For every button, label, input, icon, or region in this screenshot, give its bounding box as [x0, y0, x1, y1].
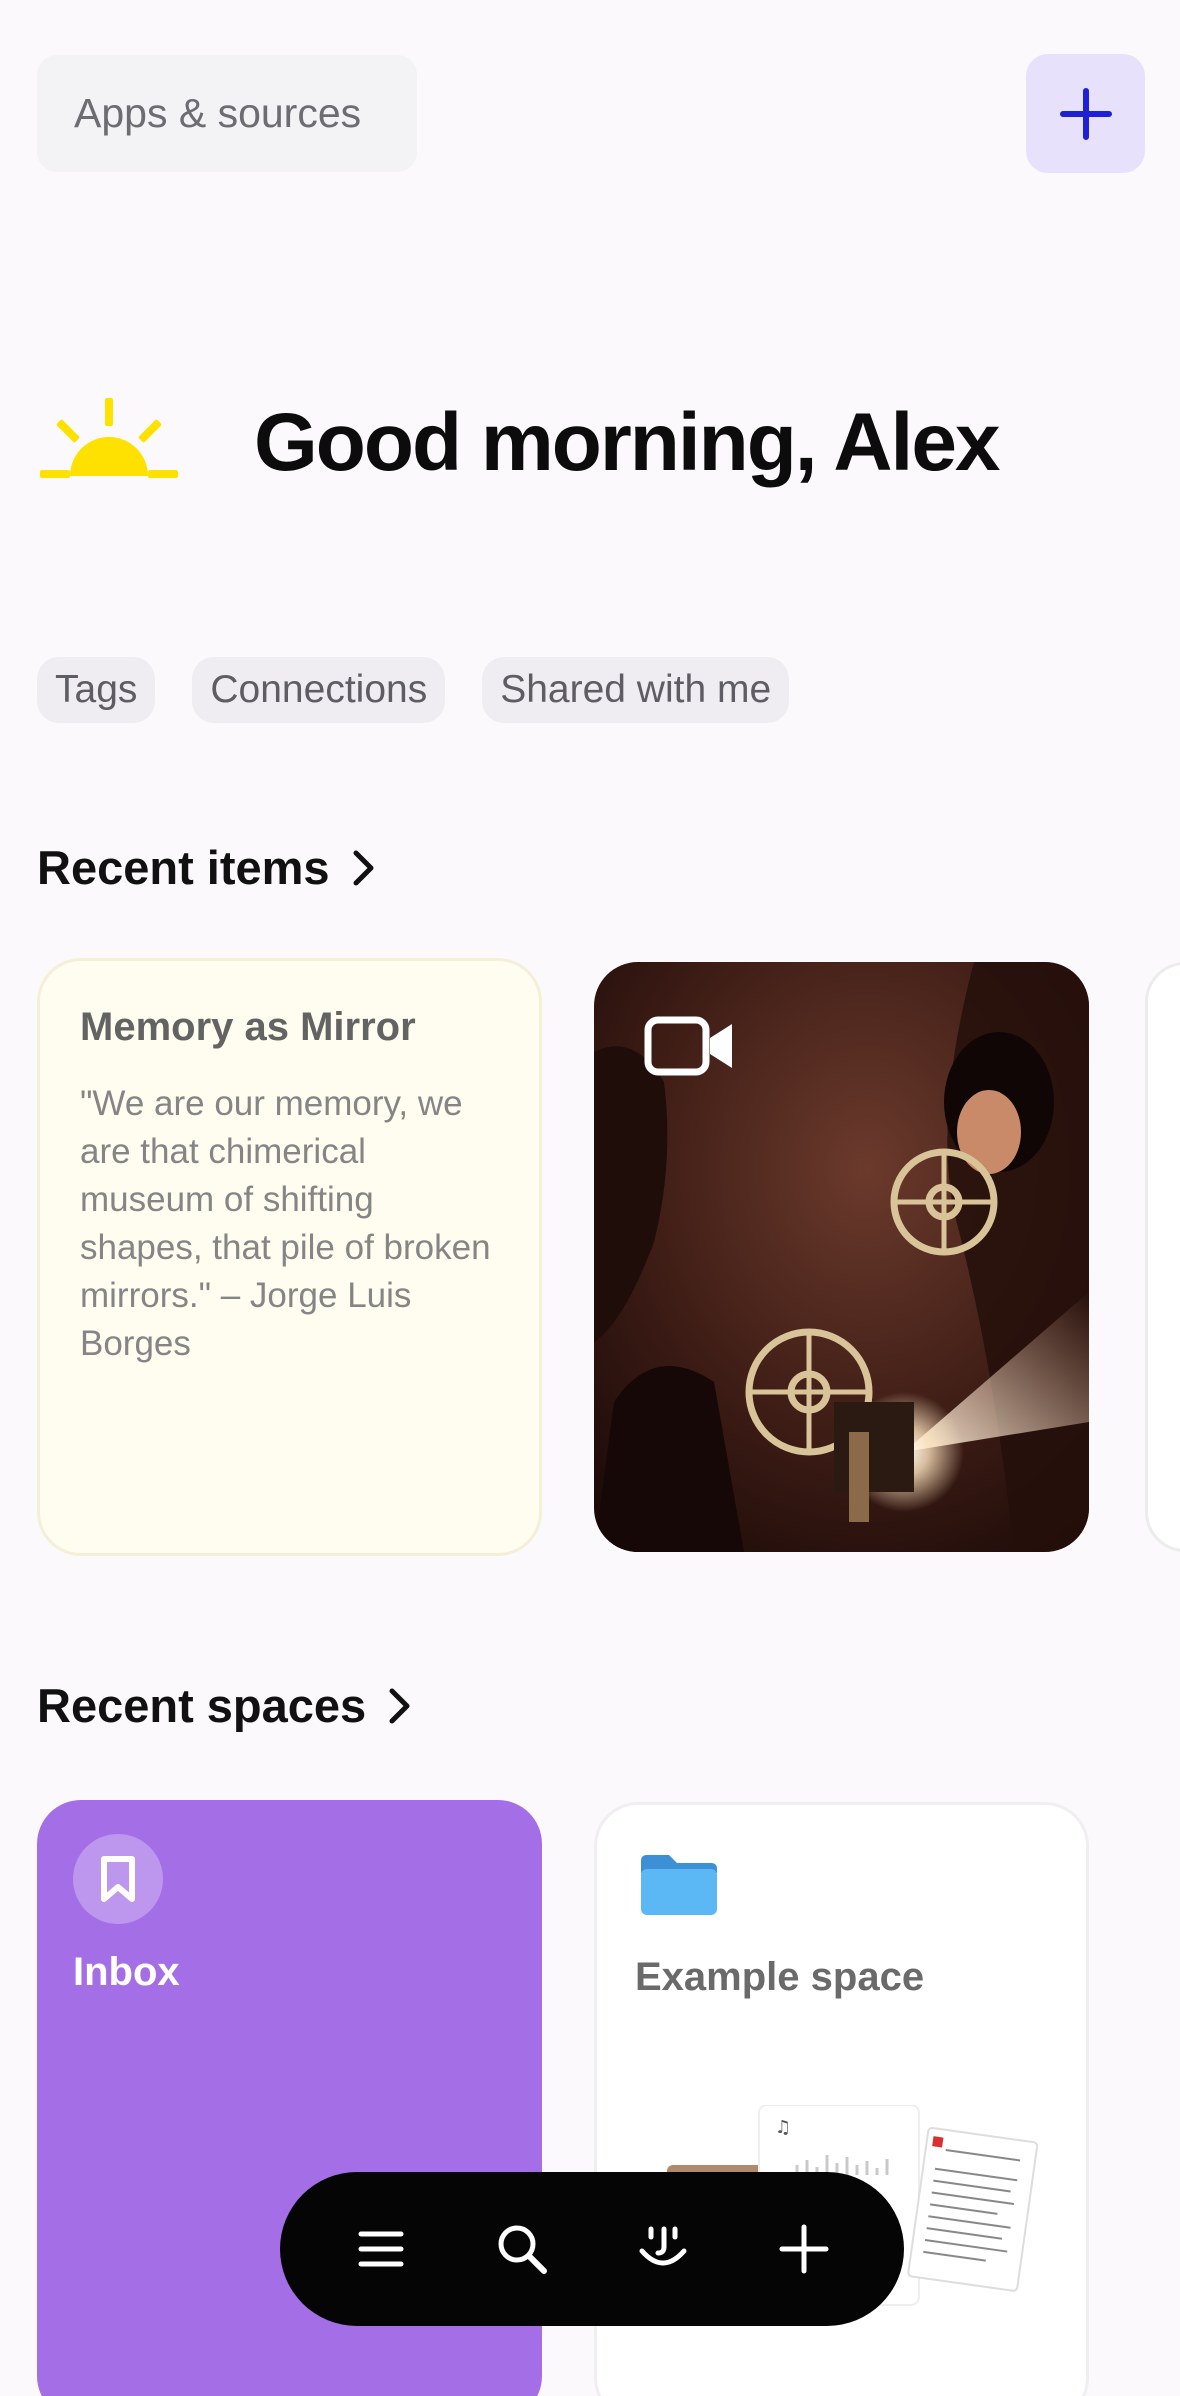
apps-and-sources-button[interactable]: Apps & sources: [37, 55, 417, 172]
chevron-right-icon: [353, 850, 374, 885]
inbox-label: Inbox: [73, 1950, 180, 1994]
video-camera-icon: [644, 1016, 732, 1076]
bookmark-icon: [73, 1834, 163, 1924]
plus-icon: [1059, 87, 1112, 140]
chip-label: Tags: [55, 668, 138, 711]
assistant-button[interactable]: [618, 2204, 708, 2294]
video-card[interactable]: [594, 962, 1089, 1552]
add-button[interactable]: [1026, 54, 1145, 173]
search-button[interactable]: [477, 2204, 567, 2294]
sunrise-icon: [40, 398, 178, 478]
note-title: Memory as Mirror: [80, 1005, 416, 1049]
recent-spaces-title: Recent spaces: [37, 1679, 367, 1732]
menu-button[interactable]: [336, 2204, 426, 2294]
bottom-nav-bar: [280, 2172, 904, 2326]
chevron-right-icon: [389, 1688, 410, 1723]
note-card[interactable]: Memory as Mirror "We are our memory, we …: [37, 958, 542, 1556]
chip-connections[interactable]: Connections: [192, 657, 446, 723]
apps-and-sources-label: Apps & sources: [74, 90, 362, 136]
chip-tags[interactable]: Tags: [37, 657, 156, 723]
note-body: "We are our memory, we are that chimeric…: [80, 1084, 491, 1363]
greeting-text: Good morning, Alex: [254, 397, 1001, 488]
filter-chips: Tags Connections Shared with me: [37, 657, 790, 723]
example-space-label: Example space: [635, 1955, 925, 1999]
svg-text:♫: ♫: [775, 2117, 791, 2138]
assistant-face-icon: [639, 2226, 686, 2266]
search-icon: [498, 2225, 547, 2274]
folder-icon: [641, 1855, 717, 1915]
add-item-button[interactable]: [759, 2204, 849, 2294]
greeting: Good morning, Alex: [40, 388, 1001, 498]
chip-label: Shared with me: [500, 668, 772, 711]
chip-label: Connections: [210, 668, 428, 711]
next-item-card[interactable]: [1145, 962, 1180, 1552]
plus-icon: [779, 2224, 828, 2274]
recent-items-header[interactable]: Recent items: [37, 840, 376, 895]
menu-icon: [358, 2231, 403, 2267]
recent-items-title: Recent items: [37, 841, 330, 894]
recent-spaces-header[interactable]: Recent spaces: [37, 1678, 412, 1733]
top-bar: Apps & sources: [0, 0, 1180, 180]
chip-shared-with-me[interactable]: Shared with me: [482, 657, 790, 723]
